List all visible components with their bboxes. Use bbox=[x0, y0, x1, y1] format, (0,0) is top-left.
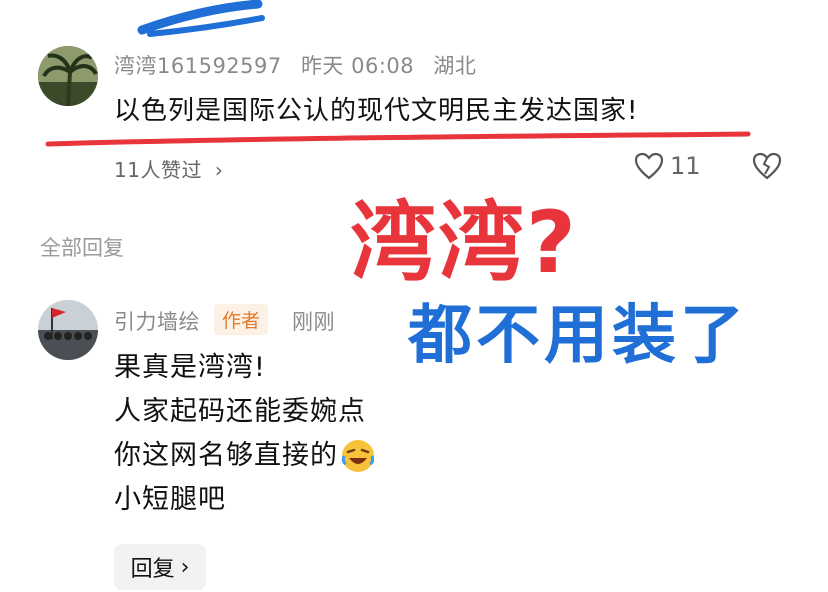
location: 湖北 bbox=[433, 54, 477, 78]
avatar[interactable] bbox=[38, 46, 98, 106]
chevron-right-icon: › bbox=[214, 158, 224, 182]
username[interactable]: 湾湾161592597 bbox=[114, 54, 282, 78]
reply-button[interactable]: 回复 › bbox=[114, 544, 206, 590]
reply-line: 人家起码还能委婉点 bbox=[114, 396, 366, 427]
blue-marker-stroke bbox=[137, 0, 265, 37]
reply-line-with-emoji: 你这网名够直接的 bbox=[114, 434, 376, 478]
comment-meta: 湾湾161592597 昨天 06:08 湖北 bbox=[114, 50, 476, 80]
reply-line: 果真是湾湾! bbox=[114, 352, 266, 383]
laughing-emoji-icon bbox=[341, 440, 375, 472]
reply-button-label: 回复 bbox=[130, 557, 175, 582]
reply-text: 果真是湾湾! 人家起码还能委婉点 你这网名够直接的 小短腿吧 bbox=[114, 346, 376, 522]
like-button[interactable] bbox=[634, 152, 664, 184]
likes-summary-text: 11人赞过 bbox=[114, 158, 202, 182]
reply-line: 你这网名够直接的 bbox=[114, 440, 338, 471]
broken-heart-icon bbox=[752, 152, 782, 180]
palm-tree-avatar-icon bbox=[38, 46, 98, 106]
author-badge: 作者 bbox=[214, 304, 269, 335]
comment-text: 以色列是国际公认的现代文明民主发达国家! bbox=[114, 96, 639, 126]
reply-username[interactable]: 引力墙绘 bbox=[114, 306, 200, 336]
overlay-title: 湾湾? bbox=[350, 193, 578, 293]
likes-summary-link[interactable]: 11人赞过 › bbox=[114, 154, 223, 183]
avatar[interactable] bbox=[38, 300, 98, 360]
red-underline-stroke bbox=[45, 131, 751, 147]
dislike-button[interactable] bbox=[752, 152, 782, 184]
section-label: 全部回复 bbox=[40, 236, 124, 260]
chevron-right-icon: › bbox=[180, 554, 190, 580]
reply-timestamp: 刚刚 bbox=[292, 310, 335, 334]
overlay-caption: 都不用装了 bbox=[408, 299, 748, 373]
like-count: 11 bbox=[670, 152, 701, 180]
timestamp: 昨天 06:08 bbox=[300, 54, 415, 78]
heart-icon bbox=[634, 152, 664, 180]
parade-avatar-icon bbox=[38, 300, 98, 360]
reply-line: 小短腿吧 bbox=[114, 484, 226, 515]
